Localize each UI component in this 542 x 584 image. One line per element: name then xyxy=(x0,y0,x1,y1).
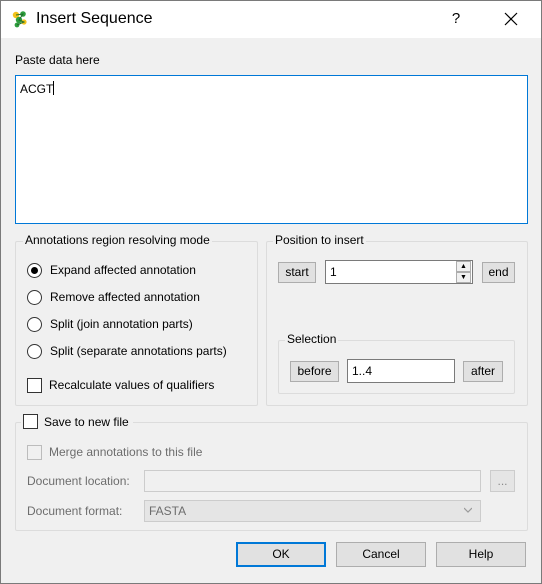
merge-annotations-checkbox[interactable] xyxy=(27,445,42,460)
app-icon xyxy=(12,11,27,28)
document-format-label: Document format: xyxy=(27,504,123,518)
spin-down-icon[interactable]: ▼ xyxy=(456,272,471,283)
save-title: Save to new file xyxy=(21,414,133,429)
recalculate-qualifiers-checkbox[interactable] xyxy=(27,378,42,393)
radio-expand-annotation[interactable] xyxy=(27,263,42,278)
ok-button[interactable]: OK xyxy=(236,542,326,567)
title-bar: Insert Sequence ? xyxy=(1,1,541,38)
sequence-textarea[interactable]: ACGT xyxy=(15,75,528,224)
selection-input[interactable]: 1..4 xyxy=(347,359,455,383)
chevron-down-icon xyxy=(464,507,472,513)
start-button[interactable]: start xyxy=(278,262,316,283)
document-format-value: FASTA xyxy=(149,504,187,518)
cancel-button[interactable]: Cancel xyxy=(336,542,426,567)
document-format-select[interactable]: FASTA xyxy=(144,500,481,522)
radio-expand-label: Expand affected annotation xyxy=(50,263,196,277)
help-button[interactable]: Help xyxy=(436,542,526,567)
browse-button[interactable]: ... xyxy=(490,470,515,492)
position-spinner[interactable]: ▲ ▼ xyxy=(456,261,471,283)
annotations-mode-title: Annotations region resolving mode xyxy=(23,233,212,247)
save-to-file-label: Save to new file xyxy=(44,415,129,429)
close-icon[interactable] xyxy=(499,7,523,31)
sequence-text: ACGT xyxy=(20,82,54,96)
position-input[interactable]: 1 xyxy=(325,260,473,284)
document-location-label: Document location: xyxy=(27,474,130,488)
radio-split-separate-label: Split (separate annotations parts) xyxy=(50,344,227,358)
after-button[interactable]: after xyxy=(463,361,503,382)
save-to-file-checkbox[interactable] xyxy=(23,414,38,429)
insert-sequence-dialog: Insert Sequence ? Paste data here ACGT A… xyxy=(0,0,542,584)
radio-split-join-label: Split (join annotation parts) xyxy=(50,317,193,331)
recalculate-qualifiers-label: Recalculate values of qualifiers xyxy=(49,378,215,392)
position-title: Position to insert xyxy=(273,233,366,247)
before-button[interactable]: before xyxy=(290,361,339,382)
radio-remove-label: Remove affected annotation xyxy=(50,290,200,304)
title-help-button[interactable]: ? xyxy=(445,7,467,31)
text-caret xyxy=(53,81,55,95)
end-button[interactable]: end xyxy=(482,262,515,283)
spin-up-icon[interactable]: ▲ xyxy=(456,261,471,272)
document-location-input[interactable] xyxy=(144,470,481,492)
radio-split-separate[interactable] xyxy=(27,344,42,359)
radio-remove-annotation[interactable] xyxy=(27,290,42,305)
paste-label: Paste data here xyxy=(15,53,100,67)
selection-title: Selection xyxy=(285,332,339,346)
window-title: Insert Sequence xyxy=(36,10,153,27)
merge-annotations-label: Merge annotations to this file xyxy=(49,445,203,459)
radio-split-join[interactable] xyxy=(27,317,42,332)
